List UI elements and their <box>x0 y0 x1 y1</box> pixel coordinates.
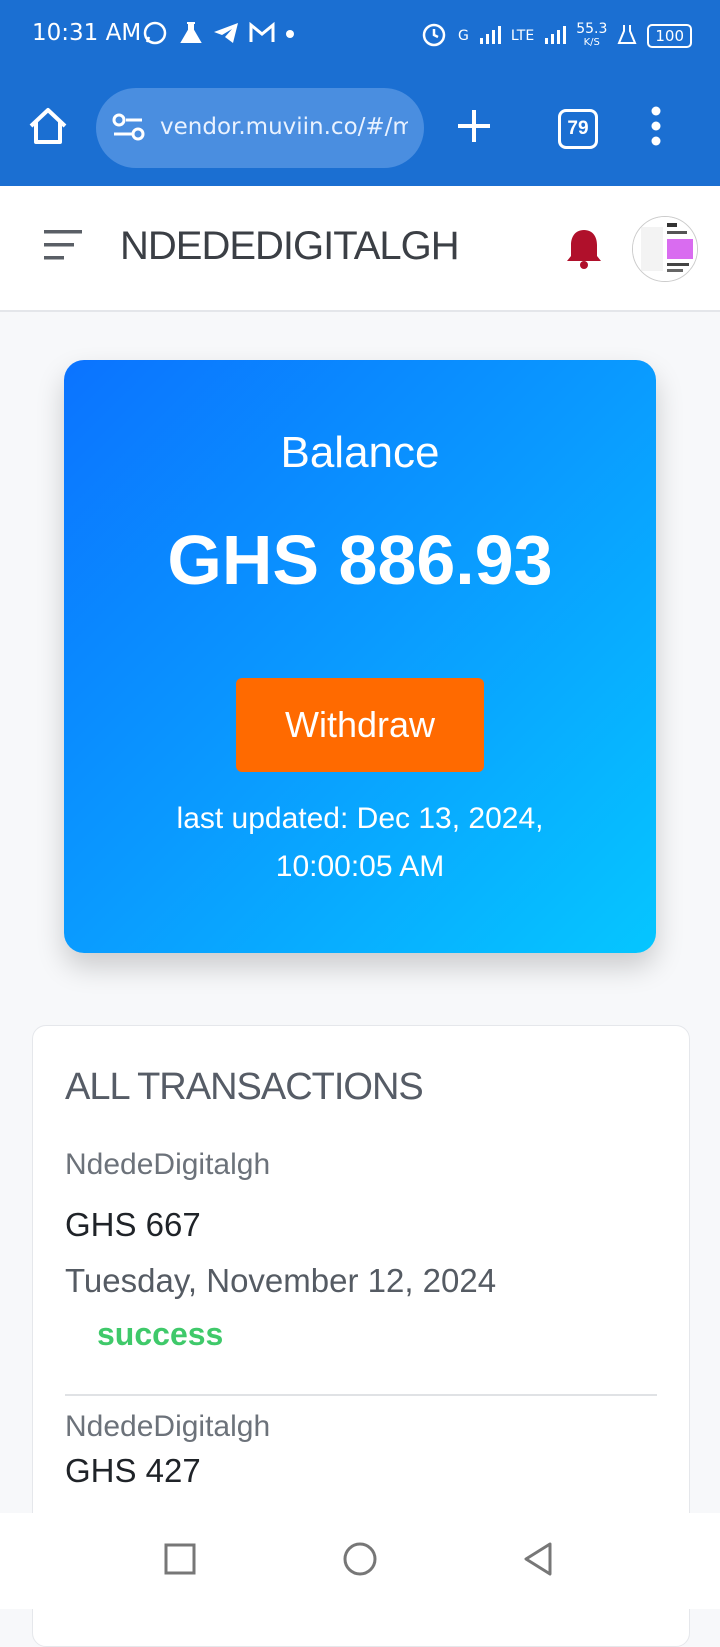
alarm-icon <box>420 20 448 52</box>
balance-card: Balance GHS 886.93 Withdraw last updated… <box>64 360 656 953</box>
transaction-1-date: Tuesday, November 12, 2024 <box>65 1262 497 1299</box>
net-speed-value: 55.3 <box>576 21 608 37</box>
overflow-menu-icon[interactable] <box>650 106 662 151</box>
transaction-1-amount: GHS 667 <box>65 1206 201 1243</box>
status-time: 10:31 AM <box>32 20 142 46</box>
site-settings-icon[interactable] <box>112 112 146 147</box>
new-tab-icon[interactable] <box>456 108 492 149</box>
signal-bars-icon <box>479 24 501 48</box>
url-text[interactable]: vendor.muviin.co/#/ma <box>160 114 408 140</box>
gmail-icon <box>248 20 276 52</box>
flask-icon <box>178 20 204 52</box>
avatar[interactable] <box>632 216 698 282</box>
telegram-icon <box>212 20 240 52</box>
transaction-2-name: NdedeDigitalgh <box>65 1410 271 1443</box>
home-circle-icon[interactable] <box>342 1541 378 1582</box>
recents-icon[interactable] <box>164 1543 196 1580</box>
notification-dot-icon <box>286 30 294 38</box>
last-updated-line-1: last updated: Dec 13, 2024, <box>176 802 544 835</box>
whatsapp-icon <box>142 20 168 52</box>
hamburger-menu-icon[interactable] <box>44 228 84 267</box>
net-speed: 55.3 K/S <box>576 21 608 49</box>
brand-title: NDEDEDIGITALGH <box>120 224 460 268</box>
transaction-divider <box>65 1394 657 1396</box>
signal-g: G <box>458 28 469 44</box>
transaction-1-status: success <box>97 1316 224 1352</box>
signal-lte: LTE <box>510 28 535 44</box>
last-updated-line-2: 10:00:05 AM <box>275 850 445 883</box>
battery-indicator: 100 <box>647 24 692 48</box>
tab-switcher-button[interactable]: 79 <box>558 109 598 149</box>
bell-icon[interactable] <box>564 226 604 275</box>
net-speed-unit: K/S <box>583 37 600 48</box>
withdraw-button[interactable]: Withdraw <box>236 678 484 772</box>
balance-amount: GHS 886.93 <box>167 521 553 599</box>
system-nav-bar <box>0 1513 720 1609</box>
balance-label: Balance <box>280 428 440 477</box>
transactions-title: ALL TRANSACTIONS <box>65 1066 424 1108</box>
transaction-1-name: NdedeDigitalgh <box>65 1148 271 1181</box>
lab-icon <box>617 23 637 49</box>
status-right-group: G LTE 55.3 K/S 100 <box>420 20 692 52</box>
back-icon[interactable] <box>522 1541 554 1582</box>
transaction-2-amount: GHS 427 <box>65 1452 201 1489</box>
signal-bars-2-icon <box>544 24 567 48</box>
home-icon[interactable] <box>26 104 70 153</box>
